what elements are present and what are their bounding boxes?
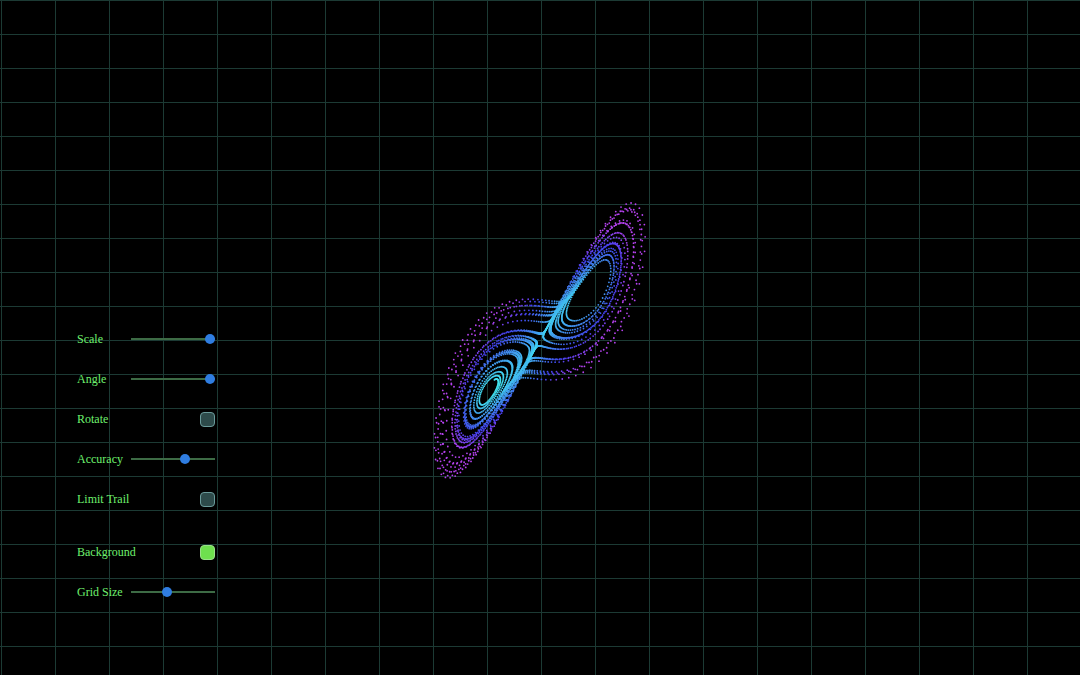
control-label: Background	[77, 543, 136, 561]
checkbox-row: Background	[77, 532, 215, 572]
display-controls: Background Grid Size	[77, 532, 215, 612]
slider-thumb[interactable]	[205, 334, 215, 344]
slider-track[interactable]	[131, 338, 215, 340]
checkbox[interactable]	[200, 492, 215, 507]
control-label: Scale	[77, 330, 131, 348]
slider-row: Grid Size	[77, 572, 215, 612]
slider-thumb[interactable]	[205, 374, 215, 384]
checkbox-row: Rotate	[77, 399, 215, 439]
app: Scale Angle Rotate Accuracy Limit Trail Backg…	[0, 0, 1080, 675]
control-label: Limit Trail	[77, 490, 129, 508]
attractor-trail	[434, 202, 647, 479]
slider-thumb[interactable]	[162, 587, 172, 597]
checkbox-row: Limit Trail	[77, 479, 215, 519]
control-label: Accuracy	[77, 450, 131, 468]
slider-thumb[interactable]	[180, 454, 190, 464]
slider-row: Angle	[77, 359, 215, 399]
slider-row: Scale	[77, 319, 215, 359]
slider-track[interactable]	[131, 378, 215, 380]
slider-track[interactable]	[131, 458, 215, 460]
slider-row: Accuracy	[77, 439, 215, 479]
control-label: Rotate	[77, 410, 108, 428]
checkbox[interactable]	[200, 412, 215, 427]
control-label: Angle	[77, 370, 131, 388]
slider-track[interactable]	[131, 591, 215, 593]
checkbox[interactable]	[200, 545, 215, 560]
control-panel: Scale Angle Rotate Accuracy Limit Trail Backg…	[77, 319, 215, 612]
control-label: Grid Size	[77, 583, 131, 601]
